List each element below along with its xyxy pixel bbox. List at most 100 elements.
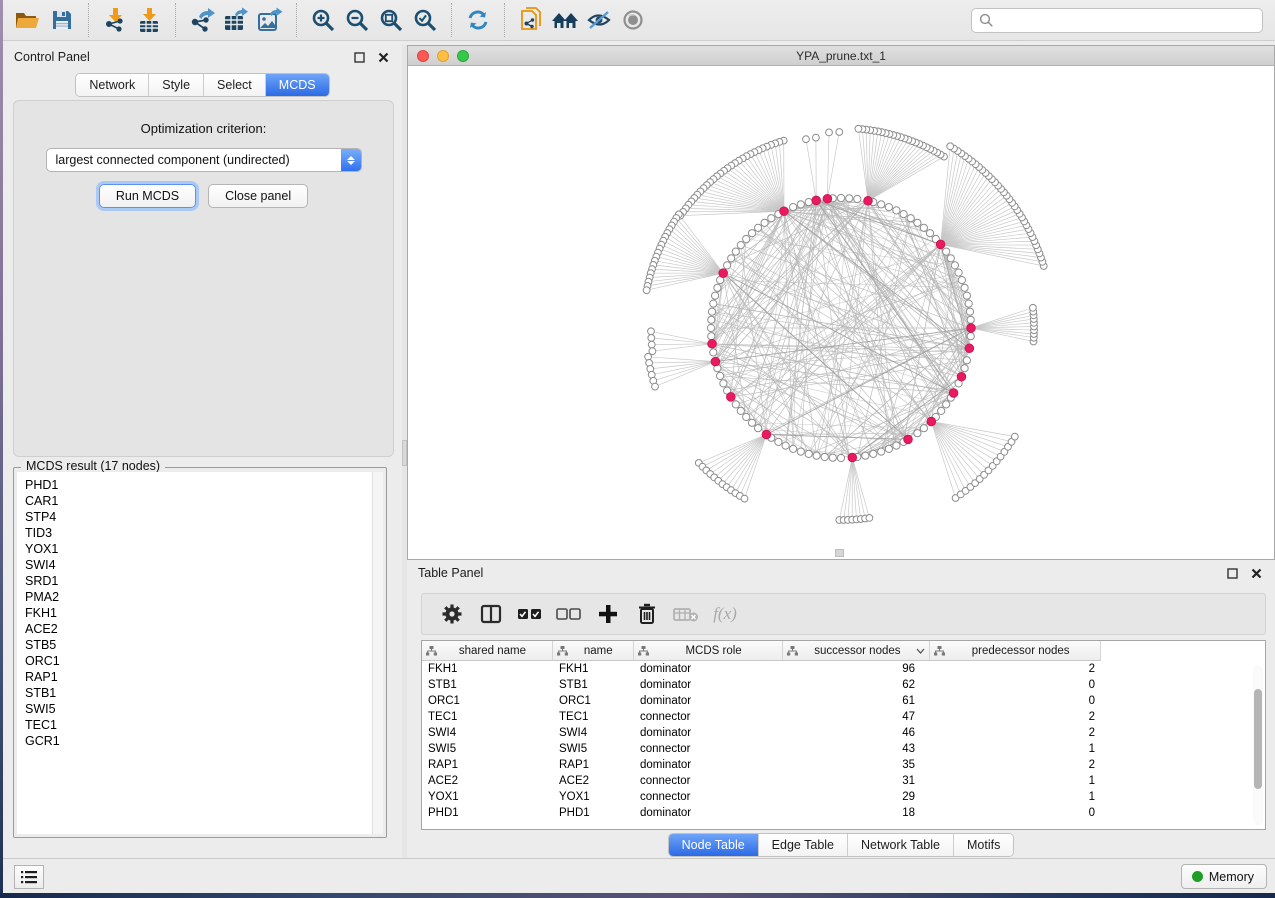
refresh-icon[interactable] (461, 4, 495, 36)
mcds-node[interactable] (812, 196, 821, 205)
network-node[interactable] (955, 269, 962, 276)
network-node[interactable] (755, 224, 762, 231)
network-node[interactable] (878, 201, 885, 208)
network-node[interactable] (797, 448, 804, 455)
mcds-result-list[interactable]: PHD1CAR1STP4TID3YOX1SWI4SRD1PMA2FKH1ACE2… (17, 472, 383, 834)
import-table-icon[interactable] (132, 4, 166, 36)
tab-style[interactable]: Style (149, 74, 204, 96)
network-node[interactable] (943, 248, 950, 255)
column-header[interactable]: successor nodes (783, 641, 930, 660)
network-node[interactable] (708, 308, 715, 315)
network-canvas[interactable] (408, 66, 1274, 559)
mcds-node[interactable] (780, 207, 789, 216)
tab-network-table[interactable]: Network Table (848, 834, 954, 856)
table-settings-icon[interactable] (436, 599, 468, 629)
tab-mcds[interactable]: MCDS (266, 74, 329, 96)
mcds-result-item[interactable]: CAR1 (25, 493, 383, 509)
mcds-node[interactable] (823, 194, 832, 203)
network-node[interactable] (737, 407, 744, 414)
network-node[interactable] (862, 452, 869, 459)
network-node[interactable] (728, 255, 735, 262)
close-panel-icon[interactable] (375, 49, 391, 65)
network-node[interactable] (966, 308, 973, 315)
search-box[interactable] (971, 8, 1263, 33)
network-node[interactable] (914, 219, 921, 226)
network-node[interactable] (743, 413, 750, 420)
network-leaf-node[interactable] (652, 383, 659, 390)
network-node[interactable] (748, 419, 755, 426)
mcds-node[interactable] (708, 339, 717, 348)
mcds-node[interactable] (864, 196, 873, 205)
column-header[interactable]: shared name (422, 641, 553, 660)
table-row[interactable]: ACE2ACE2connector311 (422, 773, 1265, 789)
mcds-result-item[interactable]: GCR1 (25, 733, 383, 749)
tab-motifs[interactable]: Motifs (954, 834, 1013, 856)
network-node[interactable] (907, 215, 914, 222)
table-row[interactable]: STB1STB1dominator620 (422, 677, 1265, 693)
network-node[interactable] (708, 316, 715, 323)
mcds-node[interactable] (719, 269, 728, 278)
column-header[interactable]: name (553, 641, 634, 660)
import-network-icon[interactable] (98, 4, 132, 36)
network-node[interactable] (707, 324, 714, 331)
criterion-dropdown[interactable]: largest connected component (undirected) (46, 148, 362, 172)
save-session-icon[interactable] (45, 4, 79, 36)
table-row[interactable]: SWI5SWI5connector431 (422, 741, 1265, 757)
network-node[interactable] (963, 292, 970, 299)
zoom-out-icon[interactable] (340, 4, 374, 36)
network-leaf-node[interactable] (826, 129, 833, 136)
network-node[interactable] (938, 407, 945, 414)
network-node[interactable] (805, 199, 812, 206)
network-node[interactable] (708, 333, 715, 340)
tab-select[interactable]: Select (204, 74, 266, 96)
open-session-icon[interactable] (11, 4, 45, 36)
table-row[interactable]: ORC1ORC1dominator610 (422, 693, 1265, 709)
network-node[interactable] (775, 438, 782, 445)
mcds-result-item[interactable]: TEC1 (25, 717, 383, 733)
mcds-node[interactable] (848, 453, 857, 462)
network-node[interactable] (748, 230, 755, 237)
mcds-node[interactable] (965, 344, 974, 353)
network-node[interactable] (813, 452, 820, 459)
network-node[interactable] (743, 235, 750, 242)
network-leaf-node[interactable] (813, 134, 820, 141)
mcds-node[interactable] (949, 389, 958, 398)
network-node[interactable] (854, 195, 861, 202)
mcds-node[interactable] (711, 357, 720, 366)
export-table-icon[interactable] (219, 4, 253, 36)
float-panel-icon[interactable] (351, 49, 367, 65)
table-row[interactable]: RAP1RAP1dominator352 (422, 757, 1265, 773)
network-node[interactable] (958, 277, 965, 284)
network-node[interactable] (724, 262, 731, 269)
zoom-in-icon[interactable] (306, 4, 340, 36)
zoom-selected-icon[interactable] (408, 4, 442, 36)
select-all-icon[interactable] (514, 599, 546, 629)
mcds-result-item[interactable]: FKH1 (25, 605, 383, 621)
network-node[interactable] (893, 207, 900, 214)
mcds-node[interactable] (957, 372, 966, 381)
delete-column-icon[interactable] (631, 599, 663, 629)
network-node[interactable] (714, 284, 721, 291)
search-input[interactable] (994, 11, 1262, 31)
network-node[interactable] (900, 211, 907, 218)
tab-network[interactable]: Network (76, 74, 149, 96)
mcds-node[interactable] (904, 435, 913, 444)
network-node[interactable] (963, 357, 970, 364)
network-node[interactable] (878, 448, 885, 455)
network-leaf-node[interactable] (836, 129, 843, 136)
network-node[interactable] (965, 300, 972, 307)
mcds-result-item[interactable]: SRD1 (25, 573, 383, 589)
network-leaf-node[interactable] (866, 515, 873, 522)
mcds-list-scrollbar[interactable] (372, 472, 383, 834)
network-node[interactable] (951, 262, 958, 269)
network-node[interactable] (732, 401, 739, 408)
network-node[interactable] (829, 454, 836, 461)
network-node[interactable] (732, 248, 739, 255)
deselect-all-icon[interactable] (553, 599, 585, 629)
network-node[interactable] (717, 372, 724, 379)
close-table-panel-icon[interactable] (1248, 565, 1264, 581)
maximize-window-icon[interactable] (457, 50, 469, 62)
minimize-window-icon[interactable] (437, 50, 449, 62)
export-network-icon[interactable] (185, 4, 219, 36)
network-node[interactable] (943, 401, 950, 408)
